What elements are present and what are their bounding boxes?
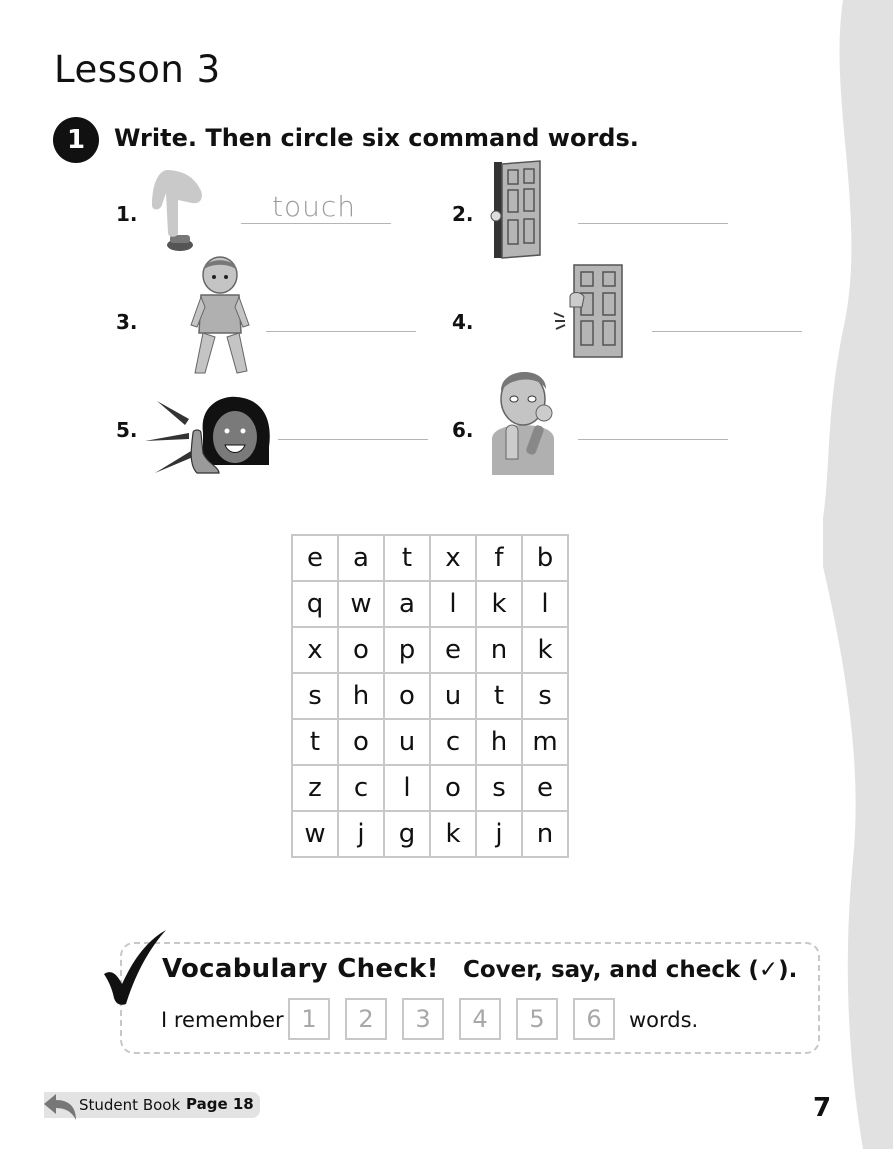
item-3-answer-line[interactable] bbox=[266, 331, 416, 332]
activity-number-badge: 1 bbox=[53, 117, 99, 163]
grid-cell[interactable]: c bbox=[429, 718, 477, 766]
shouting-girl-icon bbox=[145, 396, 270, 474]
word-count-box-2[interactable]: 2 bbox=[345, 998, 387, 1040]
grid-cell[interactable]: l bbox=[383, 764, 431, 812]
back-arrow-icon bbox=[44, 1094, 76, 1120]
grid-row: w j g k j n bbox=[291, 810, 569, 858]
grid-cell[interactable]: a bbox=[383, 580, 431, 628]
word-search-grid: e a t x f b q w a l k l x o p e n k s h … bbox=[291, 534, 569, 858]
word-count-box-6[interactable]: 6 bbox=[573, 998, 615, 1040]
grid-row: x o p e n k bbox=[291, 626, 569, 674]
word-count-box-3[interactable]: 3 bbox=[402, 998, 444, 1040]
eating-boy-icon bbox=[492, 371, 554, 475]
grid-cell[interactable]: h bbox=[475, 718, 523, 766]
grid-cell[interactable]: a bbox=[337, 534, 385, 582]
grid-cell[interactable]: j bbox=[337, 810, 385, 858]
grid-cell[interactable]: t bbox=[475, 672, 523, 720]
grid-cell[interactable]: k bbox=[475, 580, 523, 628]
grid-cell[interactable]: t bbox=[383, 534, 431, 582]
grid-cell[interactable]: l bbox=[521, 580, 569, 628]
grid-cell[interactable]: x bbox=[429, 534, 477, 582]
item-5-number: 5. bbox=[116, 418, 138, 442]
grid-cell[interactable]: e bbox=[291, 534, 339, 582]
grid-cell[interactable]: l bbox=[429, 580, 477, 628]
grid-cell[interactable]: w bbox=[291, 810, 339, 858]
grid-row: z c l o s e bbox=[291, 764, 569, 812]
word-count-box-5[interactable]: 5 bbox=[516, 998, 558, 1040]
grid-cell[interactable]: w bbox=[337, 580, 385, 628]
item-5-answer-line[interactable] bbox=[278, 439, 428, 440]
grid-cell[interactable]: z bbox=[291, 764, 339, 812]
vocabulary-check-subtitle: Cover, say, and check (✓). bbox=[463, 957, 798, 983]
item-1-answer: touch bbox=[272, 190, 356, 223]
page-edge-wave bbox=[823, 0, 893, 1149]
open-door-icon bbox=[490, 160, 541, 259]
grid-cell[interactable]: o bbox=[337, 718, 385, 766]
grid-row: t o u c h m bbox=[291, 718, 569, 766]
activity-instruction: Write. Then circle six command words. bbox=[114, 124, 639, 152]
lesson-title: Lesson 3 bbox=[54, 48, 221, 91]
item-1-answer-line[interactable] bbox=[241, 223, 391, 224]
grid-cell[interactable]: s bbox=[521, 672, 569, 720]
grid-cell[interactable]: u bbox=[429, 672, 477, 720]
grid-row: e a t x f b bbox=[291, 534, 569, 582]
grid-cell[interactable]: s bbox=[291, 672, 339, 720]
grid-cell[interactable]: o bbox=[337, 626, 385, 674]
item-4-number: 4. bbox=[452, 310, 474, 334]
grid-cell[interactable]: k bbox=[429, 810, 477, 858]
item-2-answer-line[interactable] bbox=[578, 223, 728, 224]
remember-label: I remember bbox=[161, 1008, 284, 1032]
grid-cell[interactable]: e bbox=[521, 764, 569, 812]
grid-cell[interactable]: e bbox=[429, 626, 477, 674]
grid-cell[interactable]: o bbox=[383, 672, 431, 720]
finger-pressing-button-icon bbox=[152, 170, 202, 251]
item-6-answer-line[interactable] bbox=[578, 439, 728, 440]
item-2-number: 2. bbox=[452, 202, 474, 226]
grid-cell[interactable]: m bbox=[521, 718, 569, 766]
vocabulary-check-title: Vocabulary Check! bbox=[162, 954, 439, 984]
walking-boy-icon bbox=[190, 256, 250, 374]
grid-cell[interactable]: f bbox=[475, 534, 523, 582]
item-3-number: 3. bbox=[116, 310, 138, 334]
grid-cell[interactable]: h bbox=[337, 672, 385, 720]
grid-cell[interactable]: n bbox=[475, 626, 523, 674]
word-count-box-4[interactable]: 4 bbox=[459, 998, 501, 1040]
grid-cell[interactable]: c bbox=[337, 764, 385, 812]
grid-cell[interactable]: q bbox=[291, 580, 339, 628]
grid-cell[interactable]: s bbox=[475, 764, 523, 812]
grid-cell[interactable]: n bbox=[521, 810, 569, 858]
grid-row: q w a l k l bbox=[291, 580, 569, 628]
grid-cell[interactable]: t bbox=[291, 718, 339, 766]
grid-cell[interactable]: k bbox=[521, 626, 569, 674]
grid-cell[interactable]: b bbox=[521, 534, 569, 582]
grid-row: s h o u t s bbox=[291, 672, 569, 720]
item-4-answer-line[interactable] bbox=[652, 331, 802, 332]
student-book-label: Student Book bbox=[79, 1096, 181, 1114]
grid-cell[interactable]: u bbox=[383, 718, 431, 766]
grid-cell[interactable]: j bbox=[475, 810, 523, 858]
knocking-door-icon bbox=[553, 264, 623, 358]
grid-cell[interactable]: g bbox=[383, 810, 431, 858]
checkmark-icon bbox=[104, 930, 166, 1005]
grid-cell[interactable]: x bbox=[291, 626, 339, 674]
grid-cell[interactable]: o bbox=[429, 764, 477, 812]
words-label: words. bbox=[629, 1008, 699, 1032]
item-6-number: 6. bbox=[452, 418, 474, 442]
page-number: 7 bbox=[813, 1093, 832, 1123]
grid-cell[interactable]: p bbox=[383, 626, 431, 674]
word-count-box-1[interactable]: 1 bbox=[288, 998, 330, 1040]
item-1-number: 1. bbox=[116, 202, 138, 226]
student-book-page-ref: Page 18 bbox=[186, 1095, 254, 1113]
